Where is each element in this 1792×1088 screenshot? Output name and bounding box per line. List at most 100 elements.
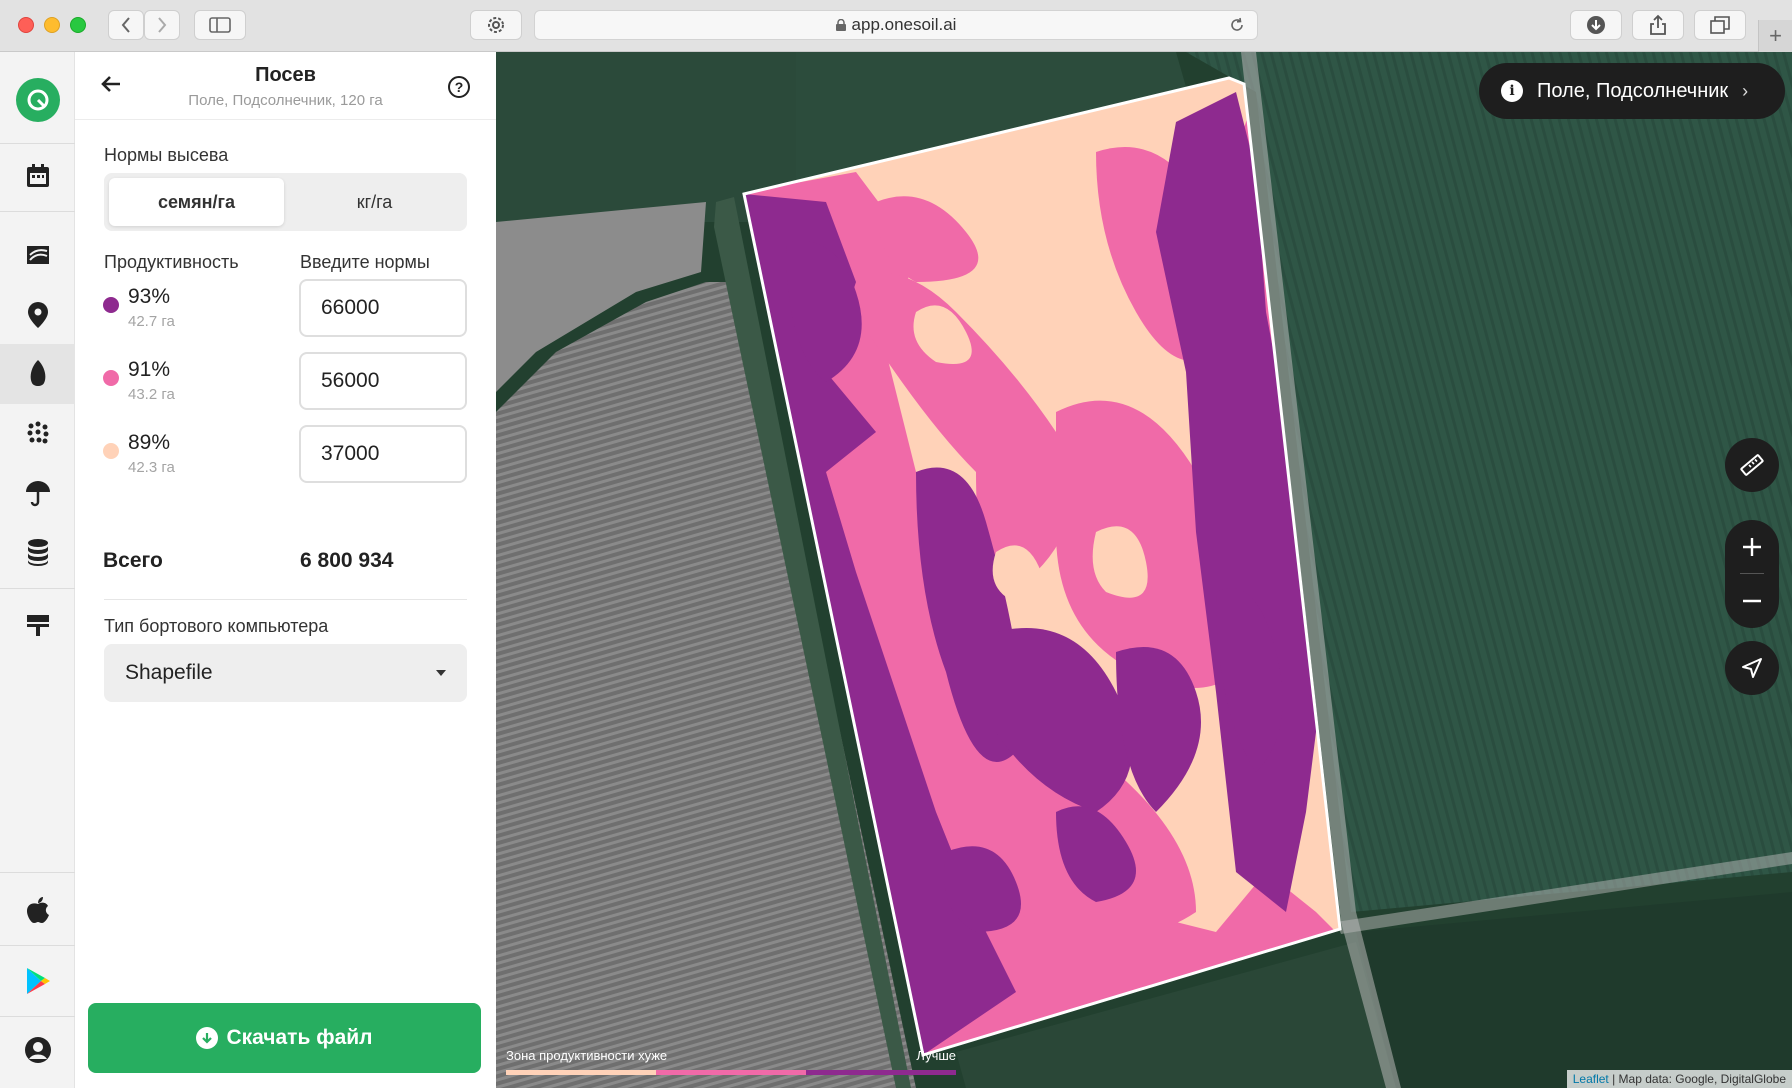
- zone-color-dot: [103, 370, 119, 386]
- unit-seeds-per-ha[interactable]: семян/га: [109, 178, 284, 226]
- seeding-panel: Посев Поле, Подсолнечник, 120 га ? Нормы…: [75, 52, 496, 1088]
- zoom-out-button[interactable]: [1725, 574, 1779, 628]
- rates-header: Введите нормы: [300, 252, 430, 272]
- maximize-window-button[interactable]: [70, 17, 86, 33]
- units-toggle: семян/га кг/га: [104, 173, 467, 231]
- google-play-icon: [26, 968, 50, 994]
- location-pin-icon: [27, 302, 48, 328]
- onesoil-logo-icon: [15, 78, 60, 122]
- url-text: app.onesoil.ai: [851, 15, 957, 34]
- calendar-icon: [26, 164, 49, 187]
- rail-fields[interactable]: [0, 225, 75, 285]
- user-icon: [24, 1037, 51, 1063]
- rail-seeding[interactable]: [0, 344, 75, 404]
- browser-toolbar: app.onesoil.ai +: [0, 0, 1792, 52]
- computer-type-select[interactable]: Shapefile: [104, 644, 467, 702]
- machinery-icon: [26, 615, 49, 636]
- download-icon: [1587, 16, 1605, 34]
- zone-rate-input[interactable]: 66000: [299, 279, 467, 337]
- total-label: Всего: [103, 549, 163, 572]
- computer-type-value: Shapefile: [125, 661, 213, 684]
- help-icon[interactable]: ?: [448, 76, 470, 98]
- rail-seeds[interactable]: [0, 403, 75, 463]
- minus-icon: [1743, 599, 1761, 603]
- productivity-legend: Зона продуктивности хуже Лучше: [506, 1048, 956, 1084]
- fields-icon: [26, 246, 49, 264]
- leaflet-link[interactable]: Leaflet: [1573, 1072, 1609, 1086]
- zone-color-dot: [103, 297, 119, 313]
- sidebar-toggle-button[interactable]: [194, 10, 246, 40]
- google-play-link[interactable]: [0, 951, 75, 1011]
- ruler-icon: [1740, 454, 1764, 476]
- zoom-in-button[interactable]: [1725, 520, 1779, 574]
- divider: [104, 599, 467, 600]
- rail-data[interactable]: [0, 522, 75, 582]
- home-logo-button[interactable]: [0, 63, 75, 137]
- chevron-right-icon: ›: [1742, 80, 1749, 101]
- zone-area: 42.7 га: [128, 313, 175, 330]
- chevron-right-icon: [158, 17, 167, 33]
- database-icon: [27, 539, 48, 566]
- panel-header: Посев Поле, Подсолнечник, 120 га ?: [75, 52, 496, 120]
- computer-type-label: Тип бортового компьютера: [104, 616, 329, 636]
- tabs-overview-button[interactable]: [1694, 10, 1746, 40]
- measure-button[interactable]: [1725, 438, 1779, 492]
- new-tab-button[interactable]: +: [1758, 20, 1792, 52]
- tabs-icon: [1710, 16, 1730, 34]
- seed-icon: [30, 360, 45, 386]
- info-icon: i: [1501, 80, 1523, 102]
- zone-percent: 91%: [128, 358, 171, 381]
- field-info-pill[interactable]: i Поле, Подсолнечник ›: [1479, 63, 1785, 119]
- zone-percent: 89%: [128, 431, 171, 454]
- seeding-rates-label: Нормы высева: [104, 145, 229, 165]
- downloads-button[interactable]: [1570, 10, 1622, 40]
- zone-color-dot: [103, 443, 119, 459]
- total-value: 6 800 934: [300, 549, 394, 572]
- panel-title: Посев: [255, 64, 316, 86]
- zone-rate-input[interactable]: 56000: [299, 352, 467, 410]
- unit-kg-per-ha[interactable]: кг/га: [287, 178, 462, 226]
- zone-area: 42.3 га: [128, 459, 175, 476]
- zone-area: 43.2 га: [128, 386, 175, 403]
- panel-subtitle: Поле, Подсолнечник, 120 га: [188, 92, 383, 109]
- chevron-left-icon: [121, 17, 130, 33]
- close-window-button[interactable]: [18, 17, 34, 33]
- legend-gradient-bar: [506, 1070, 956, 1075]
- plus-icon: +: [1769, 23, 1782, 48]
- address-bar[interactable]: app.onesoil.ai: [534, 10, 1258, 40]
- rail-calendar[interactable]: [0, 146, 75, 206]
- locate-me-button[interactable]: [1725, 641, 1779, 695]
- legend-better-label: Лучше: [916, 1048, 956, 1063]
- reload-icon[interactable]: [1229, 17, 1245, 33]
- seeds-grid-icon: [27, 421, 48, 444]
- rail-protection[interactable]: [0, 463, 75, 523]
- app-navigation-rail: [0, 52, 75, 1088]
- apple-store-icon: [26, 897, 49, 923]
- umbrella-icon: [25, 481, 50, 507]
- share-icon: [1650, 14, 1666, 35]
- productivity-header: Продуктивность: [104, 252, 239, 272]
- zone-percent: 93%: [128, 285, 171, 308]
- back-button[interactable]: [108, 10, 144, 40]
- minimize-window-button[interactable]: [44, 17, 60, 33]
- download-file-button[interactable]: Скачать файл: [88, 1003, 481, 1073]
- lock-icon: [835, 19, 846, 31]
- map-attribution: Leaflet | Map data: Google, DigitalGlobe: [1566, 1070, 1792, 1088]
- map-view[interactable]: i Поле, Подсолнечник › Зона продуктивнос…: [496, 52, 1792, 1088]
- attribution-text: | Map data: Google, DigitalGlobe: [1612, 1072, 1786, 1086]
- rail-notes[interactable]: [0, 285, 75, 345]
- zone-rate-input[interactable]: 37000: [299, 425, 467, 483]
- share-button[interactable]: [1632, 10, 1684, 40]
- app-store-link[interactable]: [0, 880, 75, 940]
- download-icon: [196, 1027, 219, 1049]
- user-profile-button[interactable]: [0, 1020, 75, 1080]
- rail-machinery[interactable]: [0, 595, 75, 655]
- extension-button[interactable]: [470, 10, 522, 40]
- legend-worse-label: Зона продуктивности хуже: [506, 1048, 668, 1063]
- gear-icon: [488, 17, 504, 33]
- sidebar-icon: [209, 17, 231, 33]
- caret-down-icon: [436, 670, 446, 676]
- plus-icon: [1743, 538, 1761, 556]
- field-pill-label: Поле, Подсолнечник: [1537, 79, 1729, 102]
- forward-button[interactable]: [144, 10, 180, 40]
